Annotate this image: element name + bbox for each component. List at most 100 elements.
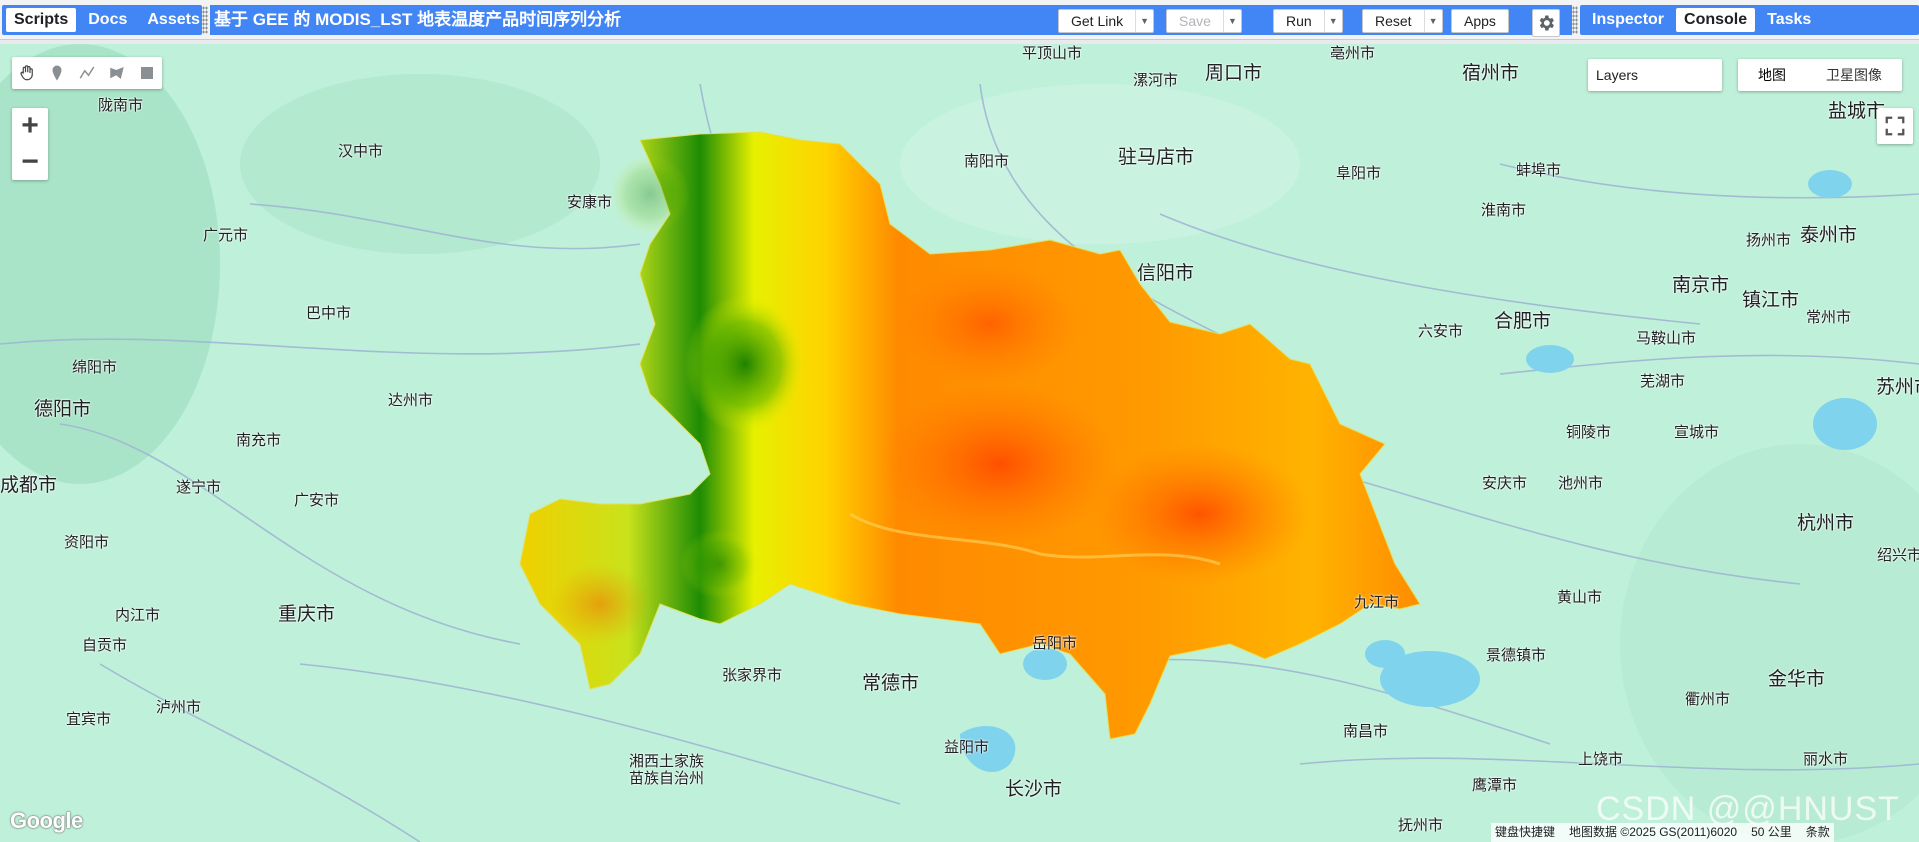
panel-resize-handle[interactable]: [202, 6, 208, 34]
city-label: 益阳市: [944, 739, 990, 756]
basemap: [0, 44, 1919, 842]
chevron-down-icon[interactable]: ▼: [1423, 10, 1442, 32]
polygon-tool-button[interactable]: [102, 57, 132, 89]
settings-button[interactable]: [1532, 9, 1560, 37]
city-label: 亳州市: [1330, 45, 1376, 62]
city-label: 德阳市: [34, 399, 92, 420]
city-label: 南充市: [236, 432, 282, 449]
polyline-icon: [79, 66, 95, 79]
save-button[interactable]: Save ▼: [1166, 9, 1242, 33]
city-label: 丽水市: [1803, 751, 1849, 768]
tab-assets[interactable]: Assets: [139, 8, 202, 32]
gear-icon: [1539, 15, 1554, 31]
map-type-satellite[interactable]: 卫星图像: [1806, 59, 1902, 91]
city-label: 重庆市: [278, 604, 336, 625]
city-label: 阜阳市: [1336, 165, 1382, 182]
panel-resize-handle[interactable]: [1572, 6, 1578, 34]
city-label: 蚌埠市: [1516, 162, 1562, 179]
fullscreen-button[interactable]: [1877, 108, 1913, 144]
city-label: 内江市: [115, 607, 161, 624]
zoom-out-button[interactable]: −: [12, 144, 48, 180]
map-data-text: 地图数据 ©2025 GS(2011)6020: [1569, 825, 1738, 839]
marker-icon: [52, 65, 62, 81]
tab-inspector[interactable]: Inspector: [1584, 8, 1672, 32]
rectangle-tool-button[interactable]: [132, 57, 162, 89]
city-label: 抚州市: [1398, 817, 1444, 834]
city-label: 金华市: [1768, 669, 1826, 690]
city-label: 宿州市: [1462, 63, 1520, 84]
city-label: 汉中市: [338, 143, 384, 160]
point-tool-button[interactable]: [42, 57, 72, 89]
keyboard-shortcuts-link[interactable]: 键盘快捷键: [1495, 823, 1555, 842]
city-label: 合肥市: [1494, 311, 1552, 332]
map-canvas[interactable]: 平顶山市 周口市 宿州市 漯河市 亳州市 陇南市 汉中市 南阳市 驻马店市 阜阳…: [0, 44, 1919, 842]
city-label: 自贡市: [82, 637, 128, 654]
city-label: 长沙市: [1005, 779, 1063, 800]
city-label: 巴中市: [306, 305, 352, 322]
city-label: 绵阳市: [72, 359, 118, 376]
city-label: 广安市: [294, 492, 340, 509]
city-label: 泸州市: [156, 699, 202, 716]
map-type-map[interactable]: 地图: [1738, 59, 1806, 91]
city-label: 九江市: [1354, 594, 1400, 611]
city-label: 广元市: [203, 227, 249, 244]
city-label: 南昌市: [1343, 723, 1389, 740]
run-button[interactable]: Run ▼: [1273, 9, 1343, 33]
city-label: 周口市: [1205, 63, 1263, 84]
city-label: 衢州市: [1685, 691, 1731, 708]
city-label: 景德镇市: [1486, 647, 1547, 664]
polygon-icon: [110, 67, 124, 79]
left-panel-tabs: Scripts Docs Assets: [2, 5, 202, 35]
city-label: 成都市: [0, 475, 58, 496]
zoom-controls: + −: [12, 108, 48, 180]
city-label: 苗族自治州: [629, 770, 705, 787]
city-label: 张家界市: [722, 667, 783, 684]
city-label: 杭州市: [1797, 513, 1855, 534]
fullscreen-icon: [1885, 116, 1905, 136]
city-label: 六安市: [1418, 323, 1464, 340]
chevron-down-icon[interactable]: ▼: [1323, 10, 1342, 32]
apps-button[interactable]: Apps: [1451, 9, 1509, 33]
tab-docs[interactable]: Docs: [80, 8, 135, 32]
city-label: 驻马店市: [1118, 147, 1195, 168]
chevron-down-icon[interactable]: ▼: [1135, 10, 1153, 32]
get-link-button[interactable]: Get Link ▼: [1058, 9, 1155, 33]
tab-scripts[interactable]: Scripts: [6, 8, 77, 32]
city-label: 上饶市: [1578, 751, 1624, 768]
map-type-toggle: 地图 卫星图像: [1738, 59, 1902, 91]
line-tool-button[interactable]: [72, 57, 102, 89]
chevron-down-icon[interactable]: ▼: [1222, 10, 1241, 32]
city-label: 淮南市: [1481, 202, 1527, 219]
city-label: 安庆市: [1482, 475, 1528, 492]
map-attribution: 键盘快捷键 地图数据 ©2025 GS(2011)6020 50 公里 条款: [1491, 823, 1834, 842]
right-panel-tabs: Inspector Console Tasks: [1580, 5, 1919, 35]
city-label: 常州市: [1806, 309, 1852, 326]
city-label: 陇南市: [98, 97, 144, 114]
save-label: Save: [1179, 13, 1211, 29]
tab-console[interactable]: Console: [1676, 8, 1756, 32]
tab-tasks[interactable]: Tasks: [1759, 8, 1819, 32]
city-label: 遂宁市: [176, 479, 222, 496]
city-label: 泰州市: [1800, 225, 1858, 246]
layers-button[interactable]: Layers: [1588, 59, 1722, 91]
zoom-in-button[interactable]: +: [12, 108, 48, 144]
apps-label: Apps: [1464, 13, 1496, 29]
terms-link[interactable]: 条款: [1806, 823, 1830, 842]
hand-tool-button[interactable]: [12, 57, 42, 89]
city-label: 平顶山市: [1022, 45, 1083, 62]
reset-button[interactable]: Reset ▼: [1362, 9, 1443, 33]
city-label: 岳阳市: [1032, 635, 1078, 652]
city-label: 铜陵市: [1566, 424, 1612, 441]
script-title[interactable]: 基于 GEE 的 MODIS_LST 地表温度产品时间序列分析: [214, 5, 621, 35]
city-label: 信阳市: [1137, 263, 1195, 284]
drawing-tools: [12, 57, 162, 89]
city-label: 鹰潭市: [1472, 777, 1518, 794]
run-label: Run: [1286, 13, 1312, 29]
city-label: 黄山市: [1557, 589, 1603, 606]
rectangle-icon: [141, 67, 153, 79]
city-label: 镇江市: [1742, 290, 1800, 311]
code-editor-header: 基于 GEE 的 MODIS_LST 地表温度产品时间序列分析 Get Link…: [210, 5, 1572, 37]
scale-bar[interactable]: 50 公里: [1751, 823, 1792, 842]
city-label: 南阳市: [964, 153, 1010, 170]
city-label: 南京市: [1672, 275, 1730, 296]
